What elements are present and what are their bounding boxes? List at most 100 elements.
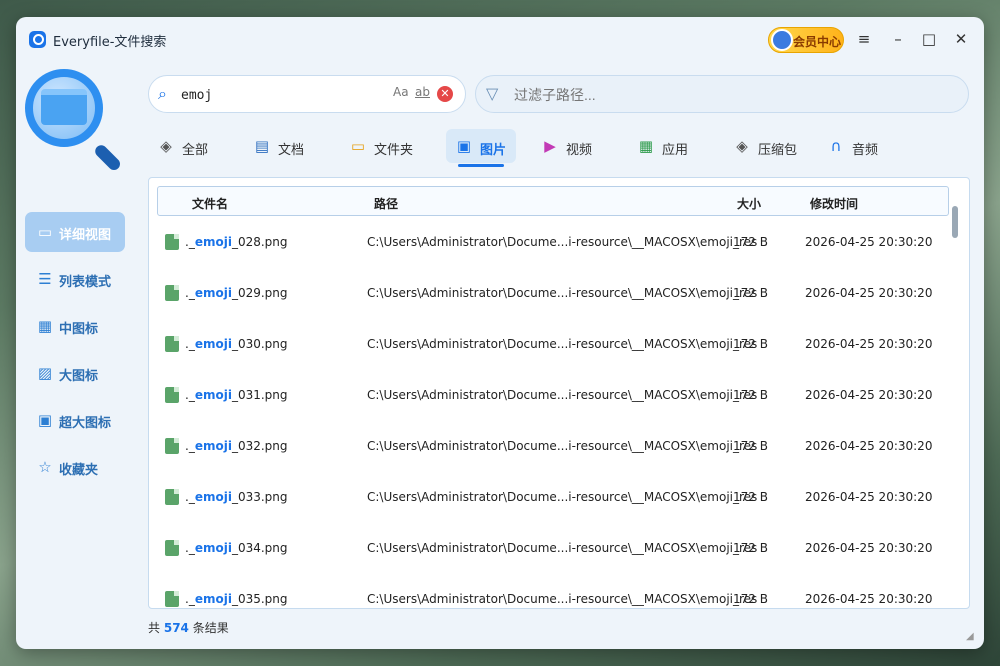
video-icon: ▶ (544, 137, 556, 155)
cell-size: 172 B (733, 592, 768, 606)
png-file-icon (165, 540, 179, 556)
maximize-button[interactable]: □ (919, 29, 939, 49)
close-button[interactable]: ✕ (951, 29, 971, 49)
column-header-path[interactable]: 路径 (374, 195, 398, 212)
cell-modified: 2026-04-25 20:30:20 (805, 235, 933, 249)
cell-modified: 2026-04-25 20:30:20 (805, 592, 933, 606)
sidebar-item-label: 超大图标 (59, 416, 112, 431)
sidebar-item-3[interactable]: ▨ 大图标 (25, 353, 125, 393)
cell-file-name: ._emoji_035.png (185, 592, 288, 606)
vertical-scrollbar[interactable] (952, 206, 958, 238)
table-row[interactable]: ._emoji_033.png C:\Users\Administrator\Do… (149, 473, 949, 524)
results-table: 文件名 路径 大小 修改时间 ._emoji_028.png C:\Users\A… (148, 177, 970, 609)
table-row[interactable]: ._emoji_035.png C:\Users\Administrator\Do… (149, 575, 949, 608)
sidebar-item-label: 列表模式 (59, 275, 112, 290)
tab-category-6[interactable]: ◈ 压缩包 (724, 129, 804, 163)
file-name-prefix: ._ (185, 490, 195, 504)
tab-category-4[interactable]: ▶ 视频 (532, 129, 602, 163)
sidebar-item-2[interactable]: ▦ 中图标 (25, 306, 125, 346)
png-file-icon (165, 489, 179, 505)
cell-path: C:\Users\Administrator\Docume...i-resour… (367, 337, 758, 351)
sidebar-item-5[interactable]: ☆ 收藏夹 (25, 447, 125, 487)
table-row[interactable]: ._emoji_034.png C:\Users\Administrator\Do… (149, 524, 949, 575)
cell-file-name: ._emoji_033.png (185, 490, 288, 504)
vip-center-label: 会员中心 (793, 35, 842, 49)
png-file-icon (165, 591, 179, 607)
list-icon: ☰ (38, 270, 52, 288)
file-name-prefix: ._ (185, 235, 195, 249)
app-title: Everyfile-文件搜索 (53, 35, 167, 50)
cell-file-name: ._emoji_031.png (185, 388, 288, 402)
tab-category-5[interactable]: ▦ 应用 (628, 129, 698, 163)
table-row[interactable]: ._emoji_032.png C:\Users\Administrator\Do… (149, 422, 949, 473)
menu-button[interactable]: ≡ (854, 29, 874, 49)
tab-category-7[interactable]: ∩ 音频 (818, 129, 888, 163)
cell-size: 172 B (733, 235, 768, 249)
table-body: ._emoji_028.png C:\Users\Administrator\Do… (149, 218, 949, 608)
table-row[interactable]: ._emoji_030.png C:\Users\Administrator\Do… (149, 320, 949, 371)
result-count: 共 574 条结果 (148, 619, 229, 636)
tab-label: 全部 (182, 143, 209, 158)
cell-modified: 2026-04-25 20:30:20 (805, 439, 933, 453)
png-file-icon (165, 387, 179, 403)
minimize-button[interactable]: – (888, 29, 908, 49)
file-name-prefix: ._ (185, 541, 195, 555)
file-name-match: emoji (194, 286, 232, 300)
path-filter-input[interactable] (514, 85, 934, 105)
resize-grip-icon[interactable]: ◢ (966, 631, 974, 642)
title-bar: Everyfile-文件搜索 会员中心 ≡ – □ ✕ (16, 17, 984, 63)
file-name-match: emoji (194, 439, 232, 453)
tab-label: 应用 (662, 143, 689, 158)
table-row[interactable]: ._emoji_028.png C:\Users\Administrator\Do… (149, 218, 949, 269)
file-name-match: emoji (194, 490, 232, 504)
tab-category-1[interactable]: ▤ 文档 (244, 129, 314, 163)
tab-category-3[interactable]: ▣ 图片 (446, 129, 516, 167)
clear-search-icon[interactable]: ✕ (437, 86, 453, 102)
search-input[interactable] (181, 85, 381, 105)
tab-label: 压缩包 (758, 143, 798, 158)
apps-icon: ▦ (638, 137, 654, 155)
cell-file-name: ._emoji_030.png (185, 337, 288, 351)
file-name-prefix: ._ (185, 286, 195, 300)
cell-size: 172 B (733, 490, 768, 504)
sidebar-item-4[interactable]: ▣ 超大图标 (25, 400, 125, 440)
column-header-size[interactable]: 大小 (737, 195, 761, 212)
cell-size: 172 B (733, 439, 768, 453)
cell-path: C:\Users\Administrator\Docume...i-resour… (367, 490, 758, 504)
table-row[interactable]: ._emoji_029.png C:\Users\Administrator\Do… (149, 269, 949, 320)
extra-large-icons-icon: ▣ (37, 411, 53, 429)
result-count-suffix: 条结果 (192, 621, 229, 635)
file-name-prefix: ._ (185, 592, 195, 606)
column-header-modified[interactable]: 修改时间 (810, 195, 858, 212)
file-name-prefix: ._ (185, 337, 195, 351)
match-whole-word-toggle[interactable]: ab (415, 85, 430, 99)
cell-modified: 2026-04-25 20:30:20 (805, 286, 933, 300)
app-logo-magnifier-icon (23, 67, 133, 177)
cell-path: C:\Users\Administrator\Docume...i-resour… (367, 592, 758, 606)
tab-label: 文档 (278, 143, 305, 158)
column-header-name[interactable]: 文件名 (192, 195, 228, 212)
png-file-icon (165, 438, 179, 454)
tab-label: 图片 (480, 143, 507, 158)
table-row[interactable]: ._emoji_031.png C:\Users\Administrator\Do… (149, 371, 949, 422)
cell-path: C:\Users\Administrator\Docume...i-resour… (367, 286, 758, 300)
file-name-suffix: _034.png (231, 541, 288, 555)
vip-center-button[interactable]: 会员中心 (768, 27, 844, 53)
large-icons-icon: ▨ (37, 364, 53, 382)
cell-modified: 2026-04-25 20:30:20 (805, 490, 933, 504)
file-name-prefix: ._ (185, 388, 195, 402)
match-case-toggle[interactable]: Aa (393, 85, 409, 99)
app-logo-icon (29, 31, 46, 48)
search-box: ⌕ Aa ab ✕ (148, 75, 466, 113)
cell-path: C:\Users\Administrator\Docume...i-resour… (367, 388, 758, 402)
tab-category-0[interactable]: ◈ 全部 (148, 129, 218, 163)
tab-category-2[interactable]: ▭ 文件夹 (340, 129, 420, 163)
document-icon: ▤ (254, 137, 270, 155)
layers-icon: ◈ (160, 137, 172, 155)
detail-view-icon: ▭ (37, 223, 53, 241)
cell-file-name: ._emoji_034.png (185, 541, 288, 555)
file-name-suffix: _028.png (231, 235, 288, 249)
cell-size: 172 B (733, 388, 768, 402)
sidebar-item-1[interactable]: ☰ 列表模式 (25, 259, 125, 299)
sidebar-item-0[interactable]: ▭ 详细视图 (25, 212, 125, 252)
